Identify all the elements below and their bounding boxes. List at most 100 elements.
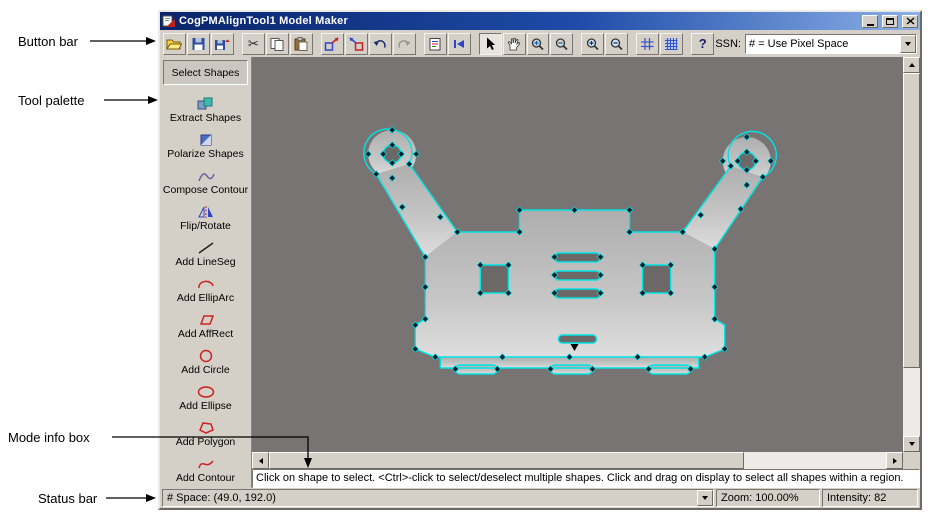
help-icon: ? — [698, 36, 707, 51]
space-dropdown-button[interactable] — [697, 490, 713, 506]
blue-shape-red-arrow-icon — [325, 36, 339, 51]
app-icon — [162, 14, 176, 28]
scroll-right-button[interactable] — [886, 452, 903, 469]
zoom-out-button[interactable] — [550, 32, 574, 55]
toolbar-separator — [629, 33, 635, 55]
scroll-left-button[interactable] — [252, 452, 269, 469]
scrollbar-corner — [903, 452, 920, 469]
application-window: CogPMAlignTool1 Model Maker ✂ ? SSN: # =… — [158, 10, 922, 510]
help-button[interactable]: ? — [691, 32, 715, 55]
palette-item-add-contour[interactable]: Add Contour — [160, 452, 251, 488]
toolbar-separator — [574, 33, 580, 55]
intensity-status: Intensity: 82 — [822, 489, 918, 507]
undo-button[interactable] — [368, 32, 392, 55]
vertical-scrollbar[interactable] — [903, 57, 920, 452]
close-icon — [906, 17, 914, 25]
horizontal-scrollbar[interactable] — [252, 452, 903, 469]
paste-button[interactable] — [289, 32, 313, 55]
redo-button[interactable] — [392, 32, 416, 55]
annotation-status-bar: Status bar — [38, 491, 98, 506]
palette-item-add-ellipse[interactable]: Add Ellipse — [160, 380, 251, 416]
zoom-status: Zoom: 100.00% — [716, 489, 820, 507]
copy-button[interactable] — [265, 32, 289, 55]
flip-rotate-icon — [197, 204, 215, 219]
ssn-combobox-dropdown[interactable] — [900, 34, 916, 53]
select-pointer-button[interactable] — [478, 32, 502, 55]
triangle-down-icon — [908, 442, 915, 446]
grid-snap-button[interactable] — [660, 32, 684, 55]
toolbar-separator — [235, 33, 241, 55]
properties-button[interactable] — [423, 32, 447, 55]
minimize-icon — [866, 23, 874, 26]
run-button[interactable] — [447, 32, 471, 55]
space-selector[interactable]: # Space: (49.0, 192.0) — [162, 489, 714, 507]
save-image-button[interactable] — [210, 32, 234, 55]
pattern-tool-a-button[interactable] — [320, 32, 344, 55]
open-folder-icon — [166, 39, 183, 49]
ellipse-icon — [197, 384, 215, 399]
open-button[interactable] — [163, 32, 186, 55]
minimize-button[interactable] — [862, 14, 878, 28]
palette-item-compose-contour[interactable]: Compose Contour — [160, 164, 251, 200]
compose-contour-icon — [197, 168, 215, 183]
save-image-icon — [215, 39, 231, 50]
pattern-tool-b-button[interactable] — [344, 32, 368, 55]
copy-icon — [270, 37, 284, 51]
save-button[interactable] — [186, 32, 210, 55]
zoom-in-button[interactable] — [526, 32, 550, 55]
ssn-label: SSN: — [715, 37, 741, 50]
zoom-expand-button[interactable] — [581, 32, 605, 55]
annotation-tool-palette: Tool palette — [18, 93, 85, 108]
cut-scissors-icon: ✂ — [247, 36, 259, 51]
title-bar[interactable]: CogPMAlignTool1 Model Maker — [160, 12, 920, 30]
horizontal-scroll-thumb[interactable] — [269, 452, 744, 469]
polarize-shapes-icon — [197, 132, 215, 147]
mode-info-box: Click on shape to select. <Ctrl>-click t… — [252, 469, 920, 488]
triangle-left-icon — [258, 457, 263, 464]
palette-item-add-affrect[interactable]: Add AffRect — [160, 308, 251, 344]
ellipse-arc-icon — [197, 276, 215, 291]
image-display[interactable] — [252, 57, 903, 452]
zoom-shrink-button[interactable] — [605, 32, 629, 55]
zoom-shrink-icon — [610, 37, 623, 50]
pan-hand-icon — [507, 37, 521, 50]
palette-item-add-lineseg[interactable]: Add LineSeg — [160, 236, 251, 272]
documentation-figure: Button bar Tool palette Mode info box St… — [0, 0, 932, 523]
display-column: Click on shape to select. <Ctrl>-click t… — [252, 57, 920, 488]
button-bar: ✂ ? SSN: # = Use Pixel Space — [160, 30, 920, 57]
palette-item-add-elliparc[interactable]: Add EllipArc — [160, 272, 251, 308]
palette-item-select-shapes[interactable]: Select Shapes — [163, 60, 248, 85]
palette-item-add-polygon[interactable]: Add Polygon — [160, 416, 251, 452]
grid-button[interactable] — [636, 32, 660, 55]
pointer-arrow-icon — [487, 37, 496, 50]
palette-item-add-circle[interactable]: Add Circle — [160, 344, 251, 380]
space-coordinates: # Space: (49.0, 192.0) — [167, 492, 276, 504]
toolbar-separator — [472, 33, 478, 55]
ssn-combobox[interactable]: # = Use Pixel Space — [745, 33, 917, 54]
palette-item-polarize-shapes[interactable]: Polarize Shapes — [160, 128, 251, 164]
circle-icon — [197, 348, 215, 363]
palette-item-extract-shapes[interactable]: Extract Shapes — [160, 92, 251, 128]
parallelogram-icon — [197, 312, 215, 327]
model-image — [252, 57, 903, 452]
contour-icon — [197, 456, 215, 471]
horizontal-scrollbar-row — [252, 452, 920, 469]
scroll-down-button[interactable] — [903, 436, 920, 452]
vertical-scroll-thumb[interactable] — [903, 73, 920, 368]
polygon-icon — [197, 420, 215, 435]
redo-arrow-icon — [398, 39, 411, 48]
line-segment-icon — [197, 240, 215, 255]
toolbar-separator — [314, 33, 320, 55]
save-floppy-icon — [192, 37, 205, 50]
display-row — [252, 57, 920, 452]
scroll-up-button[interactable] — [903, 57, 920, 73]
cut-button[interactable]: ✂ — [241, 32, 265, 55]
window-title: CogPMAlignTool1 Model Maker — [179, 15, 348, 27]
red-shape-blue-arrow-icon — [349, 36, 364, 51]
extract-shapes-icon — [197, 96, 215, 111]
pan-button[interactable] — [502, 32, 526, 55]
maximize-button[interactable] — [882, 14, 898, 28]
palette-item-flip-rotate[interactable]: Flip/Rotate — [160, 200, 251, 236]
chevron-down-icon — [905, 41, 911, 46]
close-button[interactable] — [902, 14, 918, 28]
